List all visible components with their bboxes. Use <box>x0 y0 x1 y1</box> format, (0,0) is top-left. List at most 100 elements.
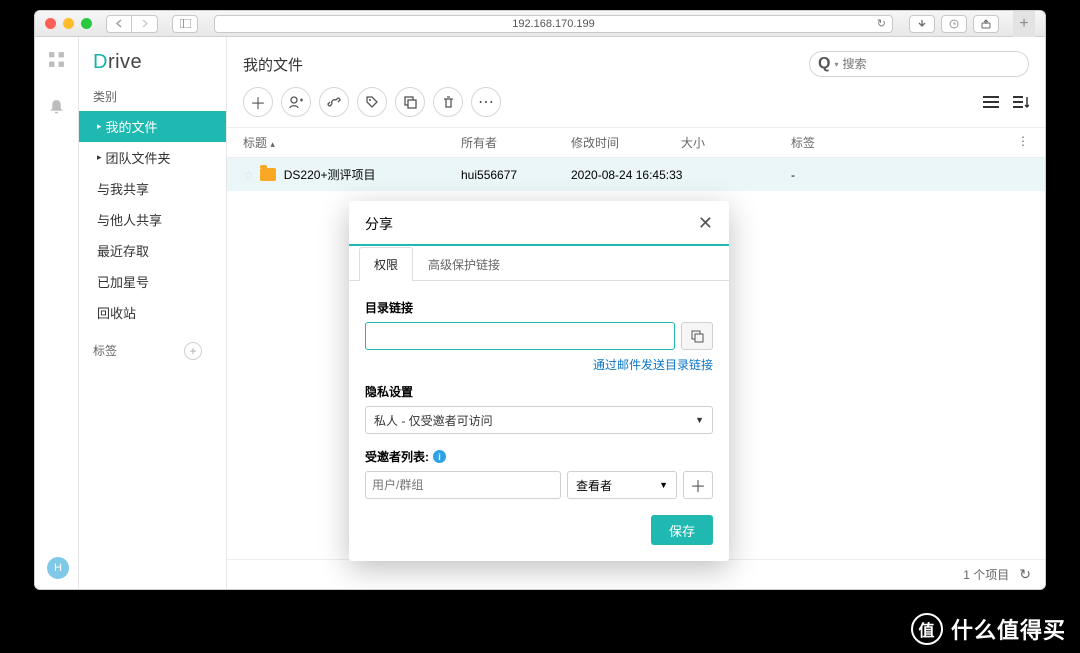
sidebar-item-team-folders[interactable]: ▸ 团队文件夹 <box>79 142 226 173</box>
sidebar-item-shared-with-others[interactable]: 与他人共享 <box>79 204 226 235</box>
table-row[interactable]: ☆ DS220+测评项目 hui556677 2020-08-24 16:45:… <box>227 158 1045 191</box>
table-header: 标题 ▴ 所有者 修改时间 大小 标签 ⋮ <box>227 127 1045 158</box>
share-button[interactable] <box>973 15 999 33</box>
search-box[interactable]: Q▾ <box>809 51 1029 77</box>
tags-label: 标签 <box>93 344 117 358</box>
avatar-initial: H <box>54 562 62 574</box>
copy-button[interactable] <box>395 87 425 117</box>
bell-icon[interactable] <box>48 98 65 115</box>
privacy-select[interactable]: 私人 - 仅受邀者可访问 ▼ <box>365 406 713 434</box>
new-tab-button[interactable]: + <box>1013 11 1035 37</box>
sidebar: Drive 类别 ▸ 我的文件 ▸ 团队文件夹 与我共享 与他人共享 最近存取 已加… <box>79 37 227 589</box>
row-tags: - <box>791 168 1029 182</box>
add-tag-button[interactable]: + <box>184 342 202 360</box>
chevron-right-icon: ▸ <box>97 121 102 132</box>
create-button[interactable]: ＋ <box>243 87 273 117</box>
watermark-text: 什么值得买 <box>951 613 1066 645</box>
sidebar-item-label: 已加星号 <box>97 272 149 291</box>
col-size[interactable]: 大小 <box>681 134 791 151</box>
sidebar-item-recent[interactable]: 最近存取 <box>79 235 226 266</box>
dialog-tabs: 权限 高级保护链接 <box>349 244 729 281</box>
privacy-value: 私人 - 仅受邀者可访问 <box>374 412 493 429</box>
star-icon[interactable]: ☆ <box>243 168 254 182</box>
refresh-icon[interactable]: ↻ <box>1019 566 1031 583</box>
downloads-button[interactable] <box>909 15 935 33</box>
status-bar: 1 个项目 ↻ <box>227 559 1045 589</box>
tag-button[interactable] <box>357 87 387 117</box>
add-invitee-button[interactable]: ＋ <box>683 471 713 499</box>
close-window[interactable] <box>45 18 56 29</box>
chevron-right-icon: ▸ <box>97 152 102 163</box>
chevron-down-icon: ▼ <box>659 480 668 490</box>
search-input[interactable] <box>842 57 1020 71</box>
sidebar-section-tags: 标签 + <box>79 338 226 365</box>
link-label: 目录链接 <box>365 299 713 316</box>
sidebar-item-trash[interactable]: 回收站 <box>79 297 226 328</box>
avatar[interactable]: H <box>47 557 69 579</box>
history-button[interactable] <box>941 15 967 33</box>
sort-icon[interactable] <box>1013 95 1029 109</box>
watermark-badge-icon: 值 <box>911 613 943 645</box>
back-button[interactable] <box>106 15 132 33</box>
share-dialog: 分享 ✕ 权限 高级保护链接 目录链接 通过邮件发送目录链接 隐私设置 私人 -… <box>349 201 729 561</box>
minimize-window[interactable] <box>63 18 74 29</box>
row-modified: 2020-08-24 16:45:33 <box>571 168 731 182</box>
more-button[interactable]: ⋯ <box>471 87 501 117</box>
row-owner: hui556677 <box>461 168 571 182</box>
page-title: 我的文件 <box>243 54 303 75</box>
apps-icon[interactable] <box>48 51 65 68</box>
directory-link-input[interactable] <box>365 322 675 350</box>
tab-permissions[interactable]: 权限 <box>359 247 413 281</box>
col-tags[interactable]: 标签 <box>791 134 1009 151</box>
tab-advanced-link[interactable]: 高级保护链接 <box>413 247 515 281</box>
forward-button[interactable] <box>132 15 158 33</box>
left-rail: H <box>35 37 79 589</box>
col-title[interactable]: 标题 ▴ <box>243 134 461 151</box>
url-bar[interactable]: 192.168.170.199 ↻ <box>214 15 893 33</box>
window-controls <box>45 18 92 29</box>
col-owner[interactable]: 所有者 <box>461 134 571 151</box>
save-button[interactable]: 保存 <box>651 515 713 545</box>
invitee-input[interactable] <box>365 471 561 499</box>
sidebar-item-label: 与我共享 <box>97 179 149 198</box>
folder-icon <box>260 168 276 181</box>
url-text: 192.168.170.199 <box>512 18 595 30</box>
copy-link-button[interactable] <box>681 322 713 350</box>
app-root: H Drive 类别 ▸ 我的文件 ▸ 团队文件夹 与我共享 与他人共享 最近存取 … <box>35 37 1045 589</box>
reload-icon[interactable]: ↻ <box>877 17 886 30</box>
send-mail-link[interactable]: 通过邮件发送目录链接 <box>365 356 713 373</box>
delete-button[interactable] <box>433 87 463 117</box>
titlebar: 192.168.170.199 ↻ + <box>35 11 1045 37</box>
sidebar-item-label: 我的文件 <box>106 117 158 136</box>
col-menu-icon[interactable]: ⋮ <box>1009 134 1029 151</box>
watermark: 值 什么值得买 <box>911 613 1066 645</box>
link-button[interactable] <box>319 87 349 117</box>
col-modified[interactable]: 修改时间 <box>571 134 681 151</box>
sidebar-item-label: 团队文件夹 <box>106 148 171 167</box>
sort-asc-icon: ▴ <box>270 139 275 149</box>
item-count: 1 个项目 <box>963 566 1009 583</box>
sidebar-item-starred[interactable]: 已加星号 <box>79 266 226 297</box>
info-icon[interactable]: i <box>433 450 446 463</box>
privacy-label: 隐私设置 <box>365 383 713 400</box>
share-user-button[interactable] <box>281 87 311 117</box>
role-select[interactable]: 查看者 ▼ <box>567 471 677 499</box>
toolbar: ＋ ⋯ <box>243 87 501 117</box>
sidebar-toggle[interactable] <box>172 15 198 33</box>
chevron-down-icon: ▼ <box>695 415 704 425</box>
invitee-label: 受邀者列表: <box>365 448 429 465</box>
sidebar-item-my-files[interactable]: ▸ 我的文件 <box>79 111 226 142</box>
sidebar-item-label: 回收站 <box>97 303 136 322</box>
sidebar-item-label: 与他人共享 <box>97 210 162 229</box>
nav-buttons <box>106 15 158 33</box>
sidebar-item-label: 最近存取 <box>97 241 149 260</box>
maximize-window[interactable] <box>81 18 92 29</box>
sidebar-section-category: 类别 <box>79 84 226 111</box>
close-icon[interactable]: ✕ <box>698 213 713 234</box>
dialog-title: 分享 <box>365 214 393 234</box>
list-view-icon[interactable] <box>983 95 999 109</box>
sidebar-item-shared-with-me[interactable]: 与我共享 <box>79 173 226 204</box>
app-logo: Drive <box>79 45 226 84</box>
file-name: DS220+测评项目 <box>284 166 376 183</box>
browser-window: 192.168.170.199 ↻ + H Drive 类别 ▸ 我的文件 ▸ 团队… <box>34 10 1046 590</box>
